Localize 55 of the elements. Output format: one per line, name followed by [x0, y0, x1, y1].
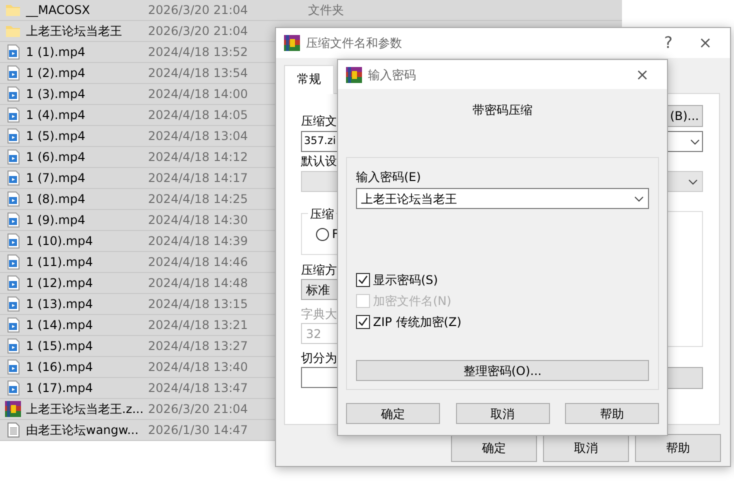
field-label: 压缩文: [301, 113, 337, 130]
file-date: 2026/1/30 14:47: [148, 423, 248, 437]
file-name: 1 (13).mp4: [26, 296, 93, 313]
file-date: 2024/4/18 14:48: [148, 276, 248, 290]
file-name: 1 (14).mp4: [26, 317, 93, 334]
file-name: 1 (2).mp4: [26, 65, 86, 82]
checkbox-label: ZIP 传统加密(Z): [373, 314, 462, 330]
file-name: 上老王论坛当老王: [26, 23, 122, 40]
file-date: 2026/3/20 21:04: [148, 3, 248, 17]
file-date: 2024/4/18 14:30: [148, 213, 248, 227]
file-name: 1 (9).mp4: [26, 212, 86, 229]
file-name: 1 (4).mp4: [26, 107, 86, 124]
file-name: 1 (3).mp4: [26, 86, 86, 103]
file-date: 2024/4/18 14:46: [148, 255, 248, 269]
field-label: 默认设: [301, 153, 337, 170]
file-date: 2024/4/18 14:17: [148, 171, 248, 185]
file-name: 1 (7).mp4: [26, 170, 86, 187]
file-name: 1 (10).mp4: [26, 233, 93, 250]
field-label: 切分为: [301, 350, 337, 367]
field-label: 字典大: [301, 306, 337, 323]
file-date: 2024/4/18 13:52: [148, 45, 248, 59]
window-title: 输入密码: [368, 66, 417, 84]
file-name: 由老王论坛wangw...: [26, 422, 139, 439]
checkbox-label: 显示密码(S): [373, 272, 438, 288]
window-title: 压缩文件名和参数: [306, 35, 403, 52]
file-type: 文件夹: [308, 2, 344, 19]
file-date: 2024/4/18 14:00: [148, 87, 248, 101]
file-date: 2024/4/18 13:15: [148, 297, 248, 311]
file-date: 2024/4/18 14:05: [148, 108, 248, 122]
file-name: 1 (15).mp4: [26, 338, 93, 355]
file-date: 2024/4/18 13:04: [148, 129, 248, 143]
file-date: 2024/4/18 13:40: [148, 360, 248, 374]
file-name: __MACOSX: [26, 2, 90, 19]
field-label: 输入密码(E): [356, 169, 421, 186]
file-name: 1 (6).mp4: [26, 149, 86, 166]
file-name: 上老王论坛当老王.z...: [26, 401, 144, 418]
file-name: 1 (11).mp4: [26, 254, 93, 271]
file-name: 1 (12).mp4: [26, 275, 93, 292]
file-date: 2024/4/18 13:47: [148, 381, 248, 395]
file-date: 2024/4/18 13:54: [148, 66, 248, 80]
file-date: 2026/3/20 21:04: [148, 24, 248, 38]
file-date: 2026/3/20 21:04: [148, 402, 248, 416]
file-date: 2024/4/18 14:39: [148, 234, 248, 248]
checkbox-label: 加密文件名(N): [373, 292, 452, 310]
file-date: 2024/4/18 13:27: [148, 339, 248, 353]
file-name: 1 (5).mp4: [26, 128, 86, 145]
file-name: 1 (16).mp4: [26, 359, 93, 376]
file-name: 1 (1).mp4: [26, 44, 86, 61]
file-date: 2024/4/18 14:12: [148, 150, 248, 164]
file-name: 1 (17).mp4: [26, 380, 93, 397]
file-date: 2024/4/18 13:21: [148, 318, 248, 332]
field-label: 压缩方: [301, 262, 337, 279]
file-name: 1 (8).mp4: [26, 191, 86, 208]
file-date: 2024/4/18 14:25: [148, 192, 248, 206]
dialog-heading: 带密码压缩: [472, 102, 534, 119]
